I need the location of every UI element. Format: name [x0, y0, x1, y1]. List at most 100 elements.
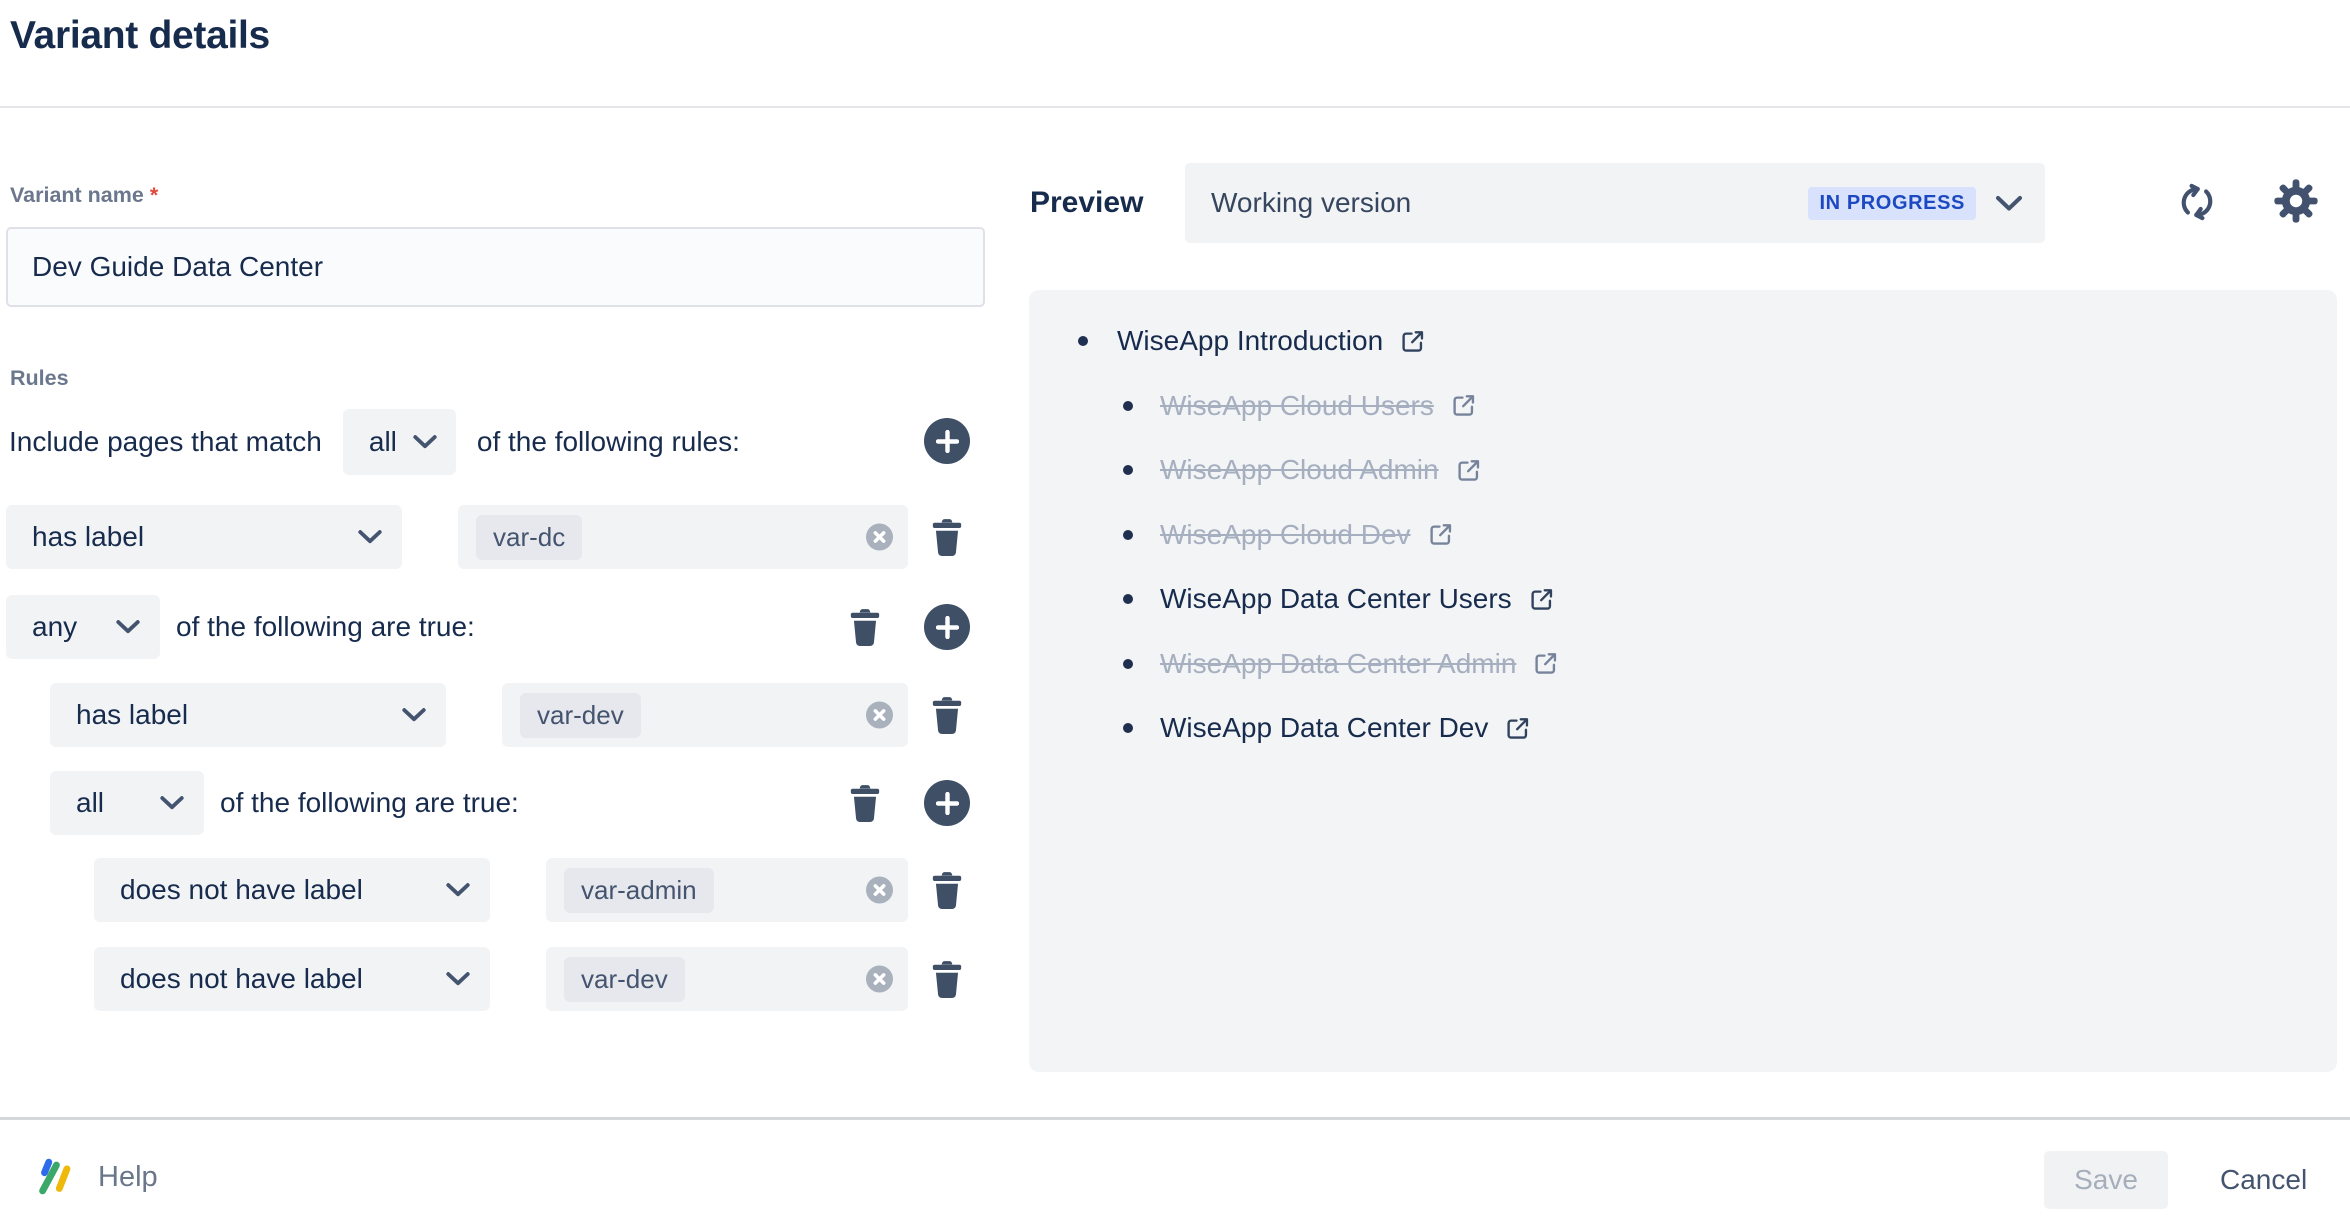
- rule-group-row: all of the following are true:: [0, 771, 1000, 835]
- delete-rule-button[interactable]: [929, 516, 965, 560]
- external-link-icon[interactable]: [1455, 457, 1482, 484]
- variant-name-input[interactable]: [6, 227, 985, 307]
- preview-panel: WiseApp Introduction WiseApp Cloud Users…: [1029, 290, 2337, 1072]
- rule-operator-select[interactable]: does not have label: [94, 858, 490, 922]
- trash-icon: [930, 870, 964, 912]
- trash-icon: [930, 959, 964, 1001]
- refresh-icon: [2176, 181, 2218, 223]
- label-tag: var-dc: [476, 515, 582, 560]
- external-link-icon[interactable]: [1399, 328, 1426, 355]
- preview-page-item: WiseApp Data Center Dev: [1029, 696, 2337, 761]
- version-select-value: Working version: [1211, 187, 1411, 219]
- bullet-icon: [1078, 336, 1088, 346]
- external-link-icon[interactable]: [1504, 715, 1531, 742]
- chevron-down-icon: [1995, 195, 2023, 212]
- header-divider: [0, 106, 2350, 108]
- version-select[interactable]: Working version IN PROGRESS: [1185, 163, 2045, 243]
- preview-page-item: WiseApp Cloud Users: [1029, 374, 2337, 439]
- variant-name-label: Variant name*: [10, 183, 158, 208]
- gear-icon: [2272, 177, 2320, 225]
- plus-icon: [936, 616, 959, 639]
- rule-operator-select[interactable]: does not have label: [94, 947, 490, 1011]
- bullet-icon: [1123, 530, 1133, 540]
- group-text: of the following are true:: [220, 787, 519, 819]
- rule-row: has label var-dev: [0, 683, 1000, 747]
- trash-icon: [930, 695, 964, 737]
- cancel-button[interactable]: Cancel: [2206, 1151, 2321, 1209]
- chevron-down-icon: [160, 796, 184, 810]
- clear-value-button[interactable]: [866, 877, 893, 904]
- label-tag: var-dev: [564, 957, 685, 1002]
- rule-value-field[interactable]: var-dev: [502, 683, 908, 747]
- label-tag: var-admin: [564, 868, 714, 913]
- plus-icon: [936, 792, 959, 815]
- x-icon: [873, 884, 886, 897]
- chevron-down-icon: [402, 708, 426, 722]
- chevron-down-icon: [358, 530, 382, 544]
- group-mode-select[interactable]: any: [6, 595, 160, 659]
- external-link-icon[interactable]: [1450, 392, 1477, 419]
- clear-value-button[interactable]: [866, 524, 893, 551]
- rule-row: has label var-dc: [0, 505, 1000, 569]
- trash-icon: [848, 607, 882, 649]
- help-label: Help: [98, 1161, 158, 1194]
- bullet-icon: [1123, 659, 1133, 669]
- preview-page-item: WiseApp Data Center Admin: [1029, 632, 2337, 697]
- external-link-icon[interactable]: [1532, 650, 1559, 677]
- brand-logo-icon: [34, 1156, 76, 1198]
- preview-settings-button[interactable]: [2272, 177, 2320, 225]
- preview-page-item: WiseApp Cloud Dev: [1029, 503, 2337, 568]
- status-badge: IN PROGRESS: [1808, 187, 1976, 220]
- chevron-down-icon: [446, 972, 470, 986]
- page-title: Variant details: [10, 14, 270, 58]
- rules-top-row: Include pages that match all of the foll…: [9, 408, 740, 476]
- footer-divider: [0, 1117, 2350, 1120]
- include-suffix-text: of the following rules:: [477, 426, 740, 458]
- clear-value-button[interactable]: [866, 966, 893, 993]
- variant-details-dialog: Variant details Variant name* Rules Incl…: [0, 0, 2350, 1222]
- preview-label: Preview: [1030, 186, 1143, 220]
- required-asterisk: *: [150, 183, 158, 207]
- delete-rule-button[interactable]: [929, 958, 965, 1002]
- chevron-down-icon: [413, 435, 437, 449]
- bullet-icon: [1123, 594, 1133, 604]
- delete-rule-button[interactable]: [929, 869, 965, 913]
- trash-icon: [930, 517, 964, 559]
- label-tag: var-dev: [520, 693, 641, 738]
- help-button[interactable]: Help: [34, 1156, 158, 1198]
- rule-row: does not have label var-admin: [0, 858, 1000, 922]
- group-mode-select[interactable]: all: [50, 771, 204, 835]
- rule-value-field[interactable]: var-admin: [546, 858, 908, 922]
- add-nested-rule-button[interactable]: [924, 780, 970, 826]
- rule-row: does not have label var-dev: [0, 947, 1000, 1011]
- chevron-down-icon: [116, 620, 140, 634]
- include-prefix-text: Include pages that match: [9, 426, 322, 458]
- delete-group-button[interactable]: [847, 782, 883, 826]
- refresh-preview-button[interactable]: [2176, 181, 2218, 223]
- x-icon: [873, 531, 886, 544]
- preview-page-item: WiseApp Introduction: [1029, 309, 2337, 374]
- preview-page-item: WiseApp Data Center Users: [1029, 567, 2337, 632]
- x-icon: [873, 973, 886, 986]
- rules-section-label: Rules: [10, 366, 69, 391]
- group-text: of the following are true:: [176, 611, 475, 643]
- plus-icon: [936, 430, 959, 453]
- bullet-icon: [1123, 723, 1133, 733]
- add-nested-rule-button[interactable]: [924, 604, 970, 650]
- delete-group-button[interactable]: [847, 606, 883, 650]
- trash-icon: [848, 783, 882, 825]
- external-link-icon[interactable]: [1427, 521, 1454, 548]
- match-mode-select[interactable]: all: [343, 409, 456, 475]
- bullet-icon: [1123, 465, 1133, 475]
- add-rule-button[interactable]: [924, 418, 970, 464]
- external-link-icon[interactable]: [1528, 586, 1555, 613]
- save-button[interactable]: Save: [2044, 1151, 2168, 1209]
- x-icon: [873, 709, 886, 722]
- rule-operator-select[interactable]: has label: [50, 683, 446, 747]
- rule-value-field[interactable]: var-dev: [546, 947, 908, 1011]
- clear-value-button[interactable]: [866, 702, 893, 729]
- rule-operator-select[interactable]: has label: [6, 505, 402, 569]
- chevron-down-icon: [446, 883, 470, 897]
- delete-rule-button[interactable]: [929, 694, 965, 738]
- rule-value-field[interactable]: var-dc: [458, 505, 908, 569]
